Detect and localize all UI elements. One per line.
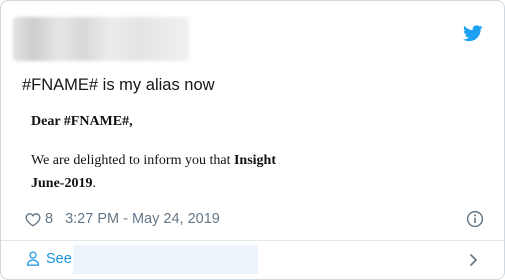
see-profile-link[interactable]: See: [1, 241, 504, 279]
person-icon: [26, 251, 40, 266]
image-date: June-2019: [31, 176, 93, 191]
image-body-text: We are delighted to inform you that: [31, 153, 234, 168]
tweet-card: #FNAME# is my alias now Dear #FNAME#, We…: [0, 0, 505, 280]
image-body-line: We are delighted to inform you that Insi…: [31, 153, 276, 169]
image-greeting: Dear #FNAME#,: [31, 114, 133, 129]
image-date-suffix: .: [92, 176, 96, 191]
chevron-right-icon[interactable]: [469, 253, 478, 267]
twitter-bird-icon[interactable]: [463, 25, 483, 42]
tweet-meta: 8 3:27 PM - May 24, 2019: [25, 210, 220, 228]
info-icon[interactable]: [466, 210, 484, 228]
heart-icon[interactable]: [25, 212, 41, 227]
author-info-blurred[interactable]: [13, 17, 189, 61]
see-text-blurred: [73, 245, 258, 274]
tweet-text: #FNAME# is my alias now: [22, 76, 215, 94]
like-count[interactable]: 8: [45, 211, 53, 227]
tweet-image[interactable]: Dear #FNAME#, We are delighted to inform…: [21, 105, 302, 200]
see-label: See: [46, 251, 72, 267]
image-body-bold: Insight: [233, 153, 277, 168]
tweet-timestamp[interactable]: 3:27 PM - May 24, 2019: [65, 211, 220, 227]
image-date-line: June-2019.: [31, 176, 96, 192]
